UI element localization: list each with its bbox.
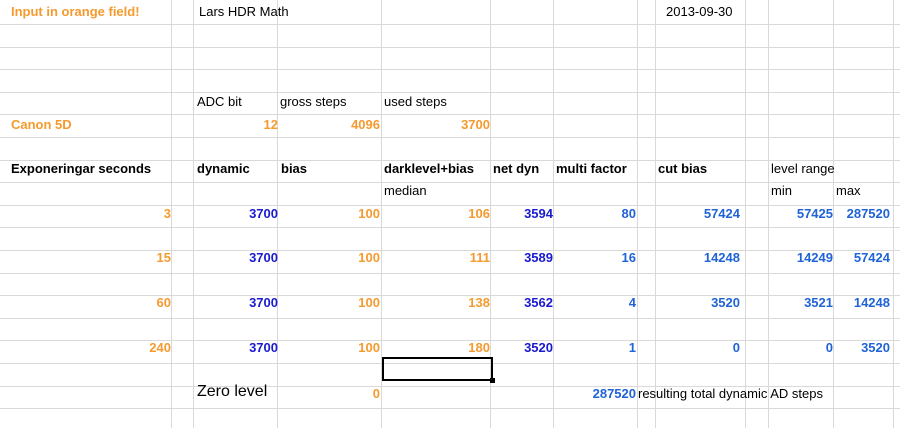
multi-factor-cell[interactable]: 1	[555, 337, 639, 359]
bias-cell[interactable]: 100	[280, 247, 383, 269]
total-dynamic-value[interactable]: 287520	[553, 383, 639, 405]
level-max-cell[interactable]: 3520	[835, 337, 893, 359]
darklevel-bias-cell[interactable]: 111	[383, 247, 493, 269]
header-multi-factor[interactable]: multi factor	[553, 158, 643, 180]
row-gridline	[0, 408, 900, 409]
fill-handle[interactable]	[490, 378, 495, 383]
dynamic-cell[interactable]: 3700	[195, 292, 281, 314]
level-max-cell[interactable]: 287520	[835, 203, 893, 225]
net-dyn-cell[interactable]: 3562	[492, 292, 556, 314]
gross-steps-value[interactable]: 4096	[280, 114, 383, 136]
header-exposures[interactable]: Exponeringar seconds	[8, 158, 198, 180]
net-dyn-cell[interactable]: 3594	[492, 203, 556, 225]
active-cell-selection[interactable]	[382, 357, 493, 381]
adc-bit-label[interactable]: ADC bit	[194, 91, 284, 113]
multi-factor-cell[interactable]: 4	[555, 292, 639, 314]
sheet-date[interactable]: 2013-09-30	[663, 1, 763, 23]
input-note[interactable]: Input in orange field!	[8, 1, 178, 23]
multi-factor-cell[interactable]: 16	[555, 247, 639, 269]
darklevel-bias-cell[interactable]: 106	[383, 203, 493, 225]
row-gridline	[0, 227, 900, 228]
header-darklevel[interactable]: darklevel+bias	[381, 158, 493, 180]
level-max-cell[interactable]: 14248	[835, 292, 893, 314]
bias-cell[interactable]: 100	[280, 337, 383, 359]
dynamic-cell[interactable]: 3700	[195, 337, 281, 359]
row-gridline	[0, 318, 900, 319]
exposure-seconds-cell[interactable]: 15	[100, 247, 174, 269]
net-dyn-cell[interactable]: 3589	[492, 247, 556, 269]
used-steps-value[interactable]: 3700	[383, 114, 493, 136]
header-max[interactable]: max	[833, 180, 893, 202]
level-min-cell[interactable]: 57425	[747, 203, 836, 225]
exposure-seconds-cell[interactable]: 240	[100, 337, 174, 359]
darklevel-bias-cell[interactable]: 138	[383, 292, 493, 314]
level-min-cell[interactable]: 3521	[747, 292, 836, 314]
level-max-cell[interactable]: 57424	[835, 247, 893, 269]
cut-bias-cell[interactable]: 57424	[639, 203, 743, 225]
used-steps-label[interactable]: used steps	[381, 91, 491, 113]
bias-cell[interactable]: 100	[280, 203, 383, 225]
sheet-title[interactable]: Lars HDR Math	[196, 1, 376, 23]
total-dynamic-label[interactable]: resulting total dynamic AD steps	[635, 383, 895, 405]
header-net-dyn[interactable]: net dyn	[490, 158, 556, 180]
cut-bias-cell[interactable]: 14248	[639, 247, 743, 269]
level-min-cell[interactable]: 0	[747, 337, 836, 359]
header-bias[interactable]: bias	[278, 158, 378, 180]
header-median[interactable]: median	[381, 180, 481, 202]
gross-steps-label[interactable]: gross steps	[277, 91, 387, 113]
level-min-cell[interactable]: 14249	[747, 247, 836, 269]
row-gridline	[0, 47, 900, 48]
zero-level-value[interactable]: 0	[280, 383, 383, 405]
cut-bias-cell[interactable]: 0	[639, 337, 743, 359]
camera-name[interactable]: Canon 5D	[8, 114, 178, 136]
header-min[interactable]: min	[768, 180, 828, 202]
row-gridline	[0, 273, 900, 274]
adc-bit-value[interactable]: 12	[195, 114, 281, 136]
row-gridline	[0, 24, 900, 25]
header-level-range[interactable]: level range	[768, 158, 878, 180]
darklevel-bias-cell[interactable]: 180	[383, 337, 493, 359]
net-dyn-cell[interactable]: 3520	[492, 337, 556, 359]
bias-cell[interactable]: 100	[280, 292, 383, 314]
row-gridline	[0, 137, 900, 138]
dynamic-cell[interactable]: 3700	[195, 247, 281, 269]
exposure-seconds-cell[interactable]: 60	[100, 292, 174, 314]
cut-bias-cell[interactable]: 3520	[639, 292, 743, 314]
multi-factor-cell[interactable]: 80	[555, 203, 639, 225]
header-cut-bias[interactable]: cut bias	[655, 158, 745, 180]
header-dynamic[interactable]: dynamic	[194, 158, 284, 180]
spreadsheet-grid[interactable]: Input in orange field! Lars HDR Math 201…	[0, 0, 900, 428]
dynamic-cell[interactable]: 3700	[195, 203, 281, 225]
exposure-seconds-cell[interactable]: 3	[100, 203, 174, 225]
row-gridline	[0, 69, 900, 70]
